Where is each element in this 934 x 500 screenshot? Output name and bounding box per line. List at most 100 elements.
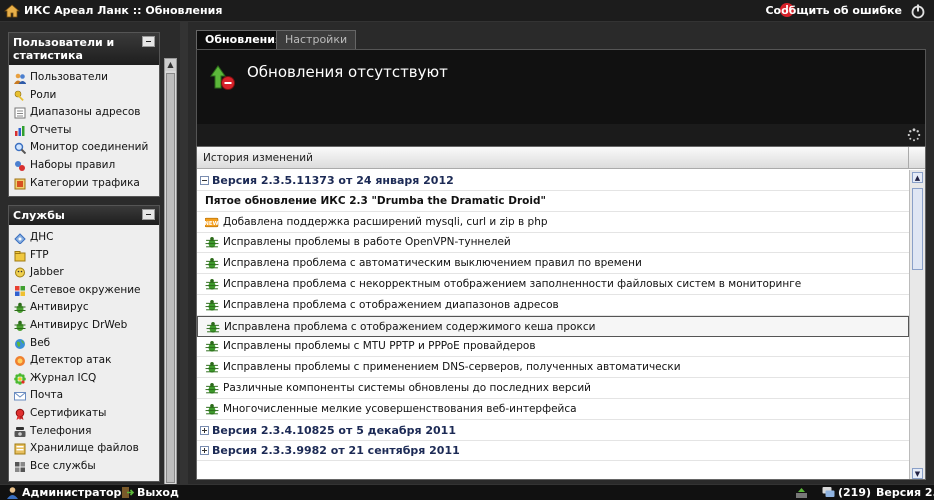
changelog-row[interactable]: Исправлены проблемы с MTU PPTP и PPPoE п… — [197, 336, 909, 358]
sidebar-item[interactable]: Веб — [9, 335, 159, 353]
sidebar-item-label: ДНС — [30, 231, 54, 243]
top-bar: ИКС Ареал Ланк :: Обновления ! Сообщить … — [0, 0, 934, 22]
sidebar-item-label: Jabber — [30, 266, 64, 279]
sidebar-item-label: Все службы — [30, 459, 96, 472]
bugfix-icon — [205, 237, 219, 249]
sidebar-item[interactable]: ДНС — [9, 229, 159, 247]
expand-icon[interactable] — [200, 425, 209, 435]
changelog-row[interactable]: Исправлены проблемы в работе OpenVPN-тун… — [197, 232, 909, 254]
key-icon — [14, 90, 24, 101]
sidebar-item[interactable]: Jabber — [9, 264, 159, 282]
sidebar-item-label: Отчеты — [30, 123, 72, 136]
changelog-text: Исправлена проблема с некорректным отобр… — [223, 278, 802, 290]
release-title-row[interactable]: Пятое обновление ИКС 2.3 "Drumba the Dra… — [197, 191, 909, 212]
grid-scroll-thumb[interactable] — [912, 188, 923, 270]
sidebar-item[interactable]: Роли — [9, 87, 159, 105]
rules-icon — [15, 160, 25, 171]
changelog-row[interactable]: Исправлена проблема с отображением содер… — [197, 315, 909, 337]
scroll-down-icon[interactable]: ▼ — [912, 468, 923, 479]
sidebar-item[interactable]: Сертификаты — [9, 405, 159, 423]
panel-splitter[interactable] — [180, 22, 188, 484]
sidebar-item[interactable]: Наборы правил — [9, 157, 159, 175]
sidebar-item-label: Категории трафика — [30, 176, 140, 189]
chart-icon — [15, 125, 25, 136]
changelog-rows: Версия 2.3.5.11373 от 24 января 2012 Пято… — [197, 170, 909, 479]
sidebar-item[interactable]: Диапазоны адресов — [9, 104, 159, 122]
bugfix-icon — [205, 299, 219, 311]
current-user-label[interactable]: Администратор — [22, 486, 121, 499]
sidebar-item[interactable]: Хранилище файлов — [9, 440, 159, 458]
sidebar-item[interactable]: Антивирус — [9, 299, 159, 317]
sidebar-item[interactable]: Все службы — [9, 458, 159, 476]
version-group-row[interactable]: Версия 2.3.5.11373 от 24 января 2012 — [197, 170, 909, 191]
version-group-title: Версия 2.3.4.10825 от 5 декабря 2011 — [212, 423, 456, 437]
sidebar-item-label: Наборы правил — [30, 158, 116, 171]
scroll-up-icon[interactable]: ▲ — [165, 59, 176, 71]
grid-scrollbar[interactable]: ▲ ▼ — [909, 170, 925, 479]
sidebar-item[interactable]: Антивирус DrWeb — [9, 317, 159, 335]
dns-icon — [14, 233, 26, 244]
grid-toolbar — [196, 124, 926, 146]
scroll-up-icon[interactable]: ▲ — [912, 172, 923, 183]
home-icon[interactable] — [4, 3, 20, 19]
users-stats-list: Пользователи Роли Диапазоны адресов Отчеты М… — [9, 65, 159, 196]
sidebar-item[interactable]: Телефония — [9, 423, 159, 441]
changelog-text: Исправлена проблема с отображением диапа… — [223, 298, 559, 311]
network-status-icon[interactable] — [795, 486, 808, 499]
sidebar-item[interactable]: Почта — [9, 387, 159, 405]
sidebar-item-label: Детектор атак — [30, 354, 112, 367]
sidebar-scrollbar[interactable]: ▲ ▼ — [164, 58, 177, 500]
changelog-text: Исправлены проблемы с применением DNS-се… — [223, 361, 681, 374]
sidebar-item[interactable]: Монитор соединений — [9, 139, 159, 157]
bugfix-icon — [205, 341, 219, 353]
status-bar: Администратор Выход (219) Версия 2.4 — [0, 484, 934, 500]
sidebar-scroll-thumb[interactable] — [166, 73, 175, 483]
sidebar-item-label: Роли — [30, 88, 57, 101]
bugfix-icon — [205, 362, 219, 373]
changelog-row[interactable]: Исправлена проблема с некорректным отобр… — [197, 274, 909, 295]
messages-count[interactable]: (219) — [838, 486, 871, 499]
sidebar-item-label: Антивирус — [30, 301, 89, 314]
grid-column-header[interactable]: История изменений — [197, 147, 925, 169]
users-stats-panel-header[interactable]: Пользователи и статистика — [9, 33, 159, 65]
update-status-icon — [210, 65, 235, 90]
sidebar-item[interactable]: Детектор атак — [9, 352, 159, 370]
messages-icon[interactable] — [822, 486, 835, 499]
version-group-title: Версия 2.3.5.11373 от 24 января 2012 — [212, 174, 454, 187]
report-error-link[interactable]: Сообщить об ошибке — [765, 4, 902, 17]
sidebar-item[interactable]: FTP — [9, 247, 159, 265]
network-icon — [15, 285, 25, 296]
tab-settings[interactable]: Настройки — [276, 30, 357, 50]
version-label: Версия 2.4 — [876, 486, 934, 499]
sidebar-item[interactable]: Журнал ICQ — [9, 370, 159, 388]
changelog-row[interactable]: Исправлена проблема с автоматическим вык… — [197, 253, 909, 275]
services-panel-header[interactable]: Службы — [9, 206, 159, 225]
changelog-row[interactable]: Многочисленные мелкие усовершенствования… — [197, 399, 909, 420]
version-group-row[interactable]: Версия 2.3.3.9982 от 21 сентября 2011 — [197, 440, 909, 462]
sidebar-item-label: Хранилище файлов — [30, 442, 139, 455]
changelog-text: Исправлена проблема с автоматическим вык… — [223, 257, 642, 270]
refresh-icon[interactable] — [907, 128, 921, 142]
sidebar-item[interactable]: Сетевое окружение — [9, 282, 159, 300]
expand-icon[interactable] — [200, 446, 209, 456]
logout-link[interactable]: Выход — [137, 486, 179, 499]
logout-icon[interactable] — [121, 486, 134, 499]
changelog-row[interactable]: Различные компоненты системы обновлены д… — [197, 378, 909, 399]
changelog-row[interactable]: NEW Добавлена поддержка расширений mysqli… — [197, 212, 909, 233]
collapse-icon[interactable] — [142, 209, 155, 220]
sidebar-item[interactable]: Отчеты — [9, 122, 159, 140]
bug-icon — [14, 320, 26, 331]
users-icon — [14, 73, 26, 84]
collapse-icon[interactable] — [142, 36, 155, 47]
sidebar-item[interactable]: Пользователи — [9, 69, 159, 87]
sidebar-item-label: Журнал ICQ — [30, 371, 97, 384]
changelog-row[interactable]: Исправлена проблема с отображением диапа… — [197, 295, 909, 316]
sidebar-item[interactable]: Категории трафика — [9, 175, 159, 193]
mail-icon — [14, 392, 26, 401]
power-icon[interactable] — [910, 3, 926, 19]
version-group-row[interactable]: Версия 2.3.4.10825 от 5 декабря 2011 — [197, 420, 909, 441]
column-separator — [908, 147, 909, 169]
sidebar-item-label: Диапазоны адресов — [30, 106, 141, 119]
collapse-icon[interactable] — [200, 176, 209, 185]
changelog-row[interactable]: Исправлены проблемы с применением DNS-се… — [197, 357, 909, 379]
